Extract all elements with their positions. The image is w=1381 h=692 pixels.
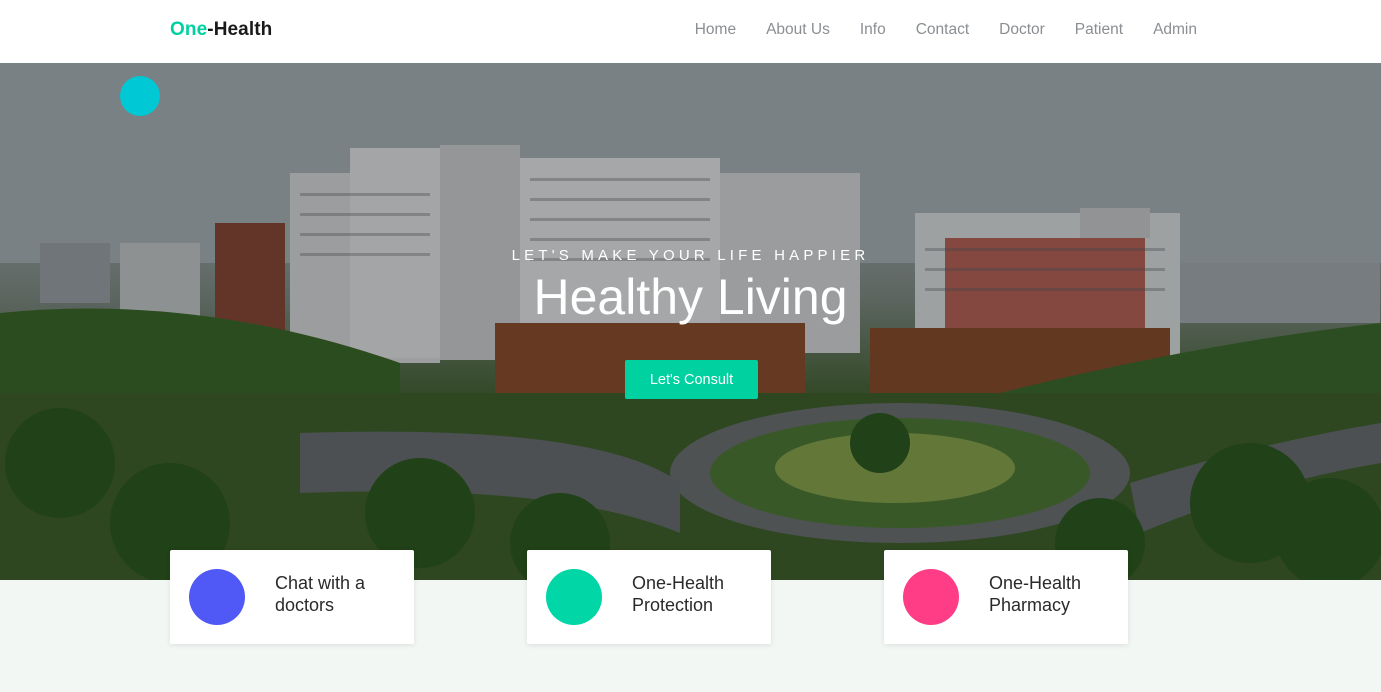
hero-headline: Healthy Living	[533, 269, 848, 325]
top-navbar: One-Health Home About Us Info Contact Do…	[0, 0, 1381, 63]
lets-consult-button[interactable]: Let's Consult	[625, 360, 758, 399]
pharmacy-icon	[903, 569, 959, 625]
feature-label-line1: One-Health	[989, 573, 1082, 593]
hero-kicker: LET'S MAKE YOUR LIFE HAPPIER	[511, 247, 870, 264]
brand-logo[interactable]: One-Health	[170, 19, 272, 41]
feature-card-pharmacy[interactable]: One-Health Pharmacy	[884, 550, 1128, 644]
feature-card-chat-doctors[interactable]: Chat with a doctors	[170, 550, 414, 644]
feature-label-line2: Pharmacy	[989, 595, 1071, 615]
nav-info[interactable]: Info	[860, 21, 886, 39]
feature-card-protection[interactable]: One-Health Protection	[527, 550, 771, 644]
feature-label-line1: One-Health	[632, 573, 725, 593]
main-nav: Home About Us Info Contact Doctor Patien…	[665, 21, 1197, 39]
brand-name-part1: One	[170, 19, 208, 40]
nav-patient[interactable]: Patient	[1075, 21, 1123, 39]
hero-section: LET'S MAKE YOUR LIFE HAPPIER Healthy Liv…	[0, 63, 1381, 580]
nav-doctor[interactable]: Doctor	[999, 21, 1045, 39]
feature-label-line1: Chat with a	[275, 573, 366, 593]
feature-label-line2: doctors	[275, 595, 335, 615]
feature-card-label: One-Health Pharmacy	[989, 572, 1119, 616]
nav-contact[interactable]: Contact	[916, 21, 969, 39]
feature-label-line2: Protection	[632, 595, 714, 615]
feature-card-label: Chat with a doctors	[275, 572, 405, 616]
floating-circle-decoration	[120, 76, 160, 116]
nav-admin[interactable]: Admin	[1153, 21, 1197, 39]
nav-home[interactable]: Home	[695, 21, 736, 39]
feature-card-label: One-Health Protection	[632, 572, 762, 616]
chat-icon	[189, 569, 245, 625]
brand-name-part2: -Health	[207, 19, 273, 40]
protection-icon	[546, 569, 602, 625]
nav-about-us[interactable]: About Us	[766, 21, 830, 39]
